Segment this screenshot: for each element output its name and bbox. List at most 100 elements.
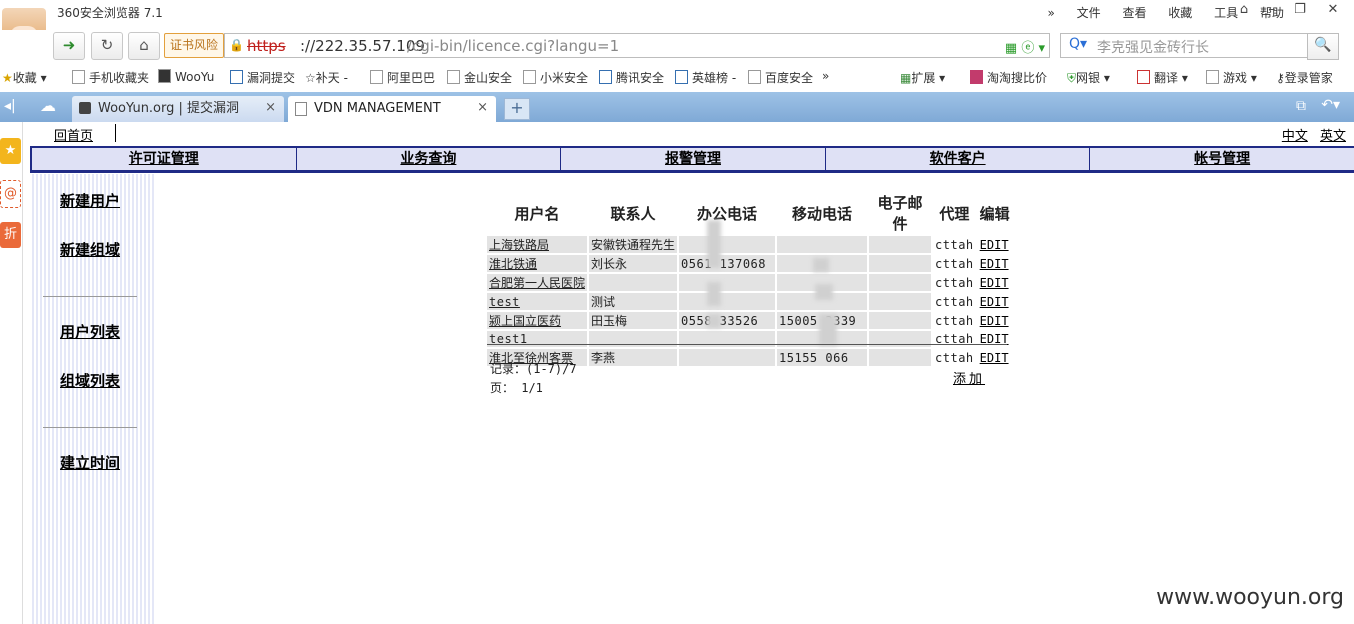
lang-english-link[interactable]: 英文	[1320, 129, 1346, 144]
page-icon	[523, 70, 536, 84]
fav-taotao[interactable]: 淘淘搜比价	[970, 69, 1047, 86]
wooyun-tab-icon	[79, 102, 91, 114]
lang-chinese-link[interactable]: 中文	[1282, 129, 1308, 144]
header-mobile-phone: 移动电话	[792, 204, 853, 223]
shield-icon	[599, 70, 612, 84]
new-domain-link[interactable]: 新建组域	[60, 239, 120, 260]
sidebar-toggle-icon[interactable]: ◂|	[4, 98, 16, 114]
header-office-phone: 办公电话	[697, 204, 758, 223]
menu-view[interactable]: 查看	[1122, 6, 1146, 20]
watermark: www.wooyun.org	[1156, 585, 1344, 610]
user-list-link[interactable]: 用户列表	[60, 321, 120, 342]
divider	[30, 172, 1354, 173]
main-nav: 许可证管理 业务查询 报警管理 软件客户 帐号管理	[30, 146, 1354, 172]
fav-bank[interactable]: ⛨网银 ▾	[1067, 69, 1110, 86]
page-icon	[447, 70, 460, 84]
window-icon[interactable]: ⧉	[1296, 98, 1306, 114]
table-row: 合肥第一人民医院 cttah EDIT	[487, 274, 1012, 291]
edit-link[interactable]: EDIT	[980, 314, 1009, 328]
home-link[interactable]: 回首页	[54, 125, 93, 144]
tab-wooyun[interactable]: WooYun.org | 提交漏洞 ×	[72, 96, 284, 122]
fav-butian[interactable]: ☆补天 -	[305, 69, 348, 86]
shield-icon: ⛨	[1067, 71, 1077, 85]
fav-vuln-submit[interactable]: 漏洞提交	[230, 69, 295, 86]
pagination-info: 记录：(1-7)/7 页： 1/1	[490, 360, 577, 398]
tab-vdn-management[interactable]: VDN MANAGEMENT ×	[288, 96, 496, 122]
shield-icon	[230, 70, 243, 84]
undo-icon[interactable]: ↶▾	[1321, 97, 1340, 113]
nav-software-clients[interactable]: 软件客户	[826, 148, 1091, 170]
edit-link[interactable]: EDIT	[980, 238, 1009, 252]
domain-list-link[interactable]: 组域列表	[60, 370, 120, 391]
nav-license-management[interactable]: 许可证管理	[32, 148, 297, 170]
url-field[interactable]: 🔒 https ://222.35.57.109 /cgi-bin/licenc…	[224, 33, 1050, 58]
fav-tencent[interactable]: 腾讯安全	[599, 69, 664, 86]
page-icon	[370, 70, 383, 84]
new-user-link[interactable]: 新建用户	[60, 190, 120, 211]
fav-games[interactable]: 游戏 ▾	[1206, 69, 1257, 86]
redaction-blur	[815, 284, 833, 300]
menu-file[interactable]: 文件	[1077, 6, 1101, 20]
table-row: 颍上国立医药 田玉梅 0558 33526 15005 3339 cttah E…	[487, 312, 1012, 329]
fav-baidu[interactable]: 百度安全	[748, 69, 813, 86]
close-tab-icon[interactable]: ×	[265, 96, 276, 120]
skin-icon[interactable]: ⌂	[1233, 2, 1255, 22]
refresh-icon[interactable]: ↻	[91, 32, 123, 60]
fav-mobile[interactable]: 手机收藏夹	[72, 69, 149, 86]
fav-login-manager[interactable]: ⚷登录管家	[1276, 69, 1333, 86]
browser-sidebar: ★ @ 折	[0, 122, 23, 624]
fav-extensions[interactable]: ▦扩展 ▾	[900, 69, 945, 86]
cloud-icon[interactable]: ☁	[40, 96, 56, 115]
tab-bar: ◂| ☁ WooYun.org | 提交漏洞 × VDN MANAGEMENT …	[0, 92, 1354, 122]
add-link[interactable]: 添加	[953, 368, 985, 387]
fav-translate[interactable]: 翻译 ▾	[1137, 69, 1188, 86]
taotao-icon	[970, 70, 983, 84]
cert-risk-badge[interactable]: 证书风险	[164, 33, 224, 58]
fav-alibaba[interactable]: 阿里巴巴	[370, 69, 435, 86]
nav-business-query[interactable]: 业务查询	[297, 148, 562, 170]
menu-more[interactable]: »	[1047, 6, 1054, 20]
search-button[interactable]: 🔍	[1307, 33, 1339, 60]
close-tab-icon[interactable]: ×	[477, 96, 488, 120]
fav-heroes[interactable]: 英雄榜 -	[675, 69, 736, 86]
home-icon[interactable]: ⌂	[128, 32, 160, 60]
divider	[487, 344, 1007, 345]
divider	[43, 296, 137, 297]
search-input[interactable]: Q▾ 李克强见金砖行长	[1060, 33, 1308, 58]
language-links: 中文 英文	[1274, 125, 1346, 144]
discount-icon[interactable]: 折	[0, 222, 21, 248]
edit-link[interactable]: EDIT	[980, 351, 1009, 365]
wooyun-icon	[158, 69, 171, 83]
new-tab-button[interactable]: +	[504, 98, 530, 120]
qr-ie-dropdown-icons[interactable]: ▦ ⓔ ▾	[1005, 37, 1045, 56]
fav-collect[interactable]: ★收藏 ▾	[2, 69, 47, 86]
edit-link[interactable]: EDIT	[980, 257, 1009, 271]
nav-alarm-management[interactable]: 报警管理	[561, 148, 826, 170]
top-line: 回首页 中文 英文	[23, 122, 1354, 144]
minimize-icon[interactable]: –	[1261, 2, 1283, 22]
fav-kingsoft[interactable]: 金山安全	[447, 69, 512, 86]
key-icon: ⚷	[1276, 71, 1285, 85]
broken-lock-icon: 🔒	[229, 38, 244, 52]
records-label: 记录：(1-7)/7	[490, 362, 577, 376]
url-scheme: https	[247, 37, 286, 55]
star-icon[interactable]: ★	[0, 138, 21, 164]
translate-icon	[1137, 70, 1150, 84]
header-edit: 编辑	[979, 204, 1010, 223]
menu-favorites[interactable]: 收藏	[1168, 6, 1192, 20]
fav-more[interactable]: »	[822, 69, 829, 83]
edit-link[interactable]: EDIT	[980, 295, 1009, 309]
search-engine-icon[interactable]: Q▾	[1069, 36, 1087, 52]
table-header-row: 用户名 联系人 办公电话 移动电话 电子邮件 代理 编辑	[487, 192, 1012, 234]
restore-icon[interactable]: ❐	[1289, 2, 1311, 22]
close-icon[interactable]: ✕	[1322, 2, 1344, 22]
creation-time-link[interactable]: 建立时间	[60, 452, 120, 473]
fav-xiaomi[interactable]: 小米安全	[523, 69, 588, 86]
back-icon[interactable]: ➜	[53, 32, 85, 60]
redaction-blur	[707, 220, 721, 268]
search-placeholder: 李克强见金砖行长	[1097, 40, 1209, 56]
email-icon[interactable]: @	[0, 180, 21, 208]
edit-link[interactable]: EDIT	[980, 276, 1009, 290]
fav-wooyun[interactable]: WooYu	[158, 69, 214, 84]
nav-account-management[interactable]: 帐号管理	[1090, 148, 1354, 170]
